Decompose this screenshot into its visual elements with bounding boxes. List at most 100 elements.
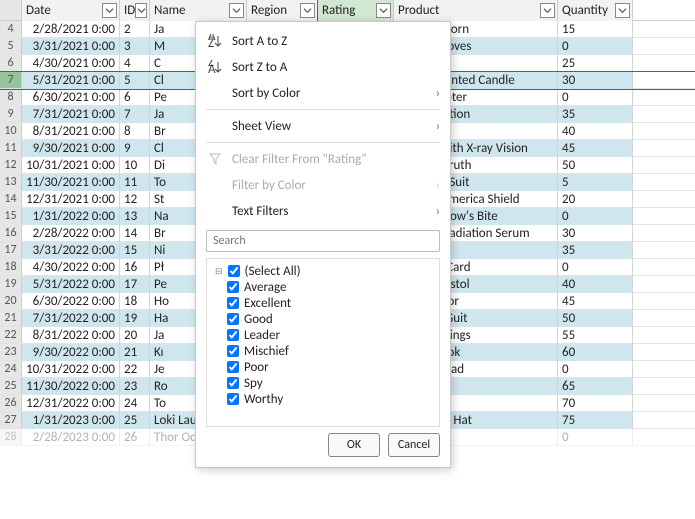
- filter-option[interactable]: Leader: [227, 327, 439, 343]
- col-header-rating[interactable]: Rating: [318, 0, 394, 21]
- cell-date[interactable]: 11/30/2022 0:00: [22, 378, 120, 395]
- cell-id[interactable]: 10: [120, 157, 150, 174]
- filter-button[interactable]: [229, 3, 244, 18]
- cell-quantity[interactable]: 45: [558, 293, 633, 310]
- filter-checklist[interactable]: ⊟ (Select All) Average Excellent Good Le…: [206, 258, 440, 427]
- col-header-region[interactable]: Region: [247, 0, 318, 21]
- cell-date[interactable]: 10/31/2022 0:00: [22, 361, 120, 378]
- cell-date[interactable]: 9/30/2022 0:00: [22, 344, 120, 361]
- cell-id[interactable]: 13: [120, 208, 150, 225]
- cell-date[interactable]: 10/31/2021 0:00: [22, 157, 120, 174]
- row-header[interactable]: 23: [0, 344, 22, 360]
- row-header[interactable]: 17: [0, 242, 22, 258]
- cell-id[interactable]: 26: [120, 429, 150, 446]
- row-header[interactable]: 11: [0, 140, 22, 156]
- cell-quantity[interactable]: 25: [558, 55, 633, 72]
- cell-date[interactable]: 2/28/2022 0:00: [22, 225, 120, 242]
- cell-quantity[interactable]: 35: [558, 106, 633, 123]
- filter-option[interactable]: Good: [227, 311, 439, 327]
- cell-date[interactable]: 3/31/2021 0:00: [22, 38, 120, 55]
- cell-quantity[interactable]: 0: [558, 38, 633, 55]
- cell-quantity[interactable]: 30: [558, 225, 633, 242]
- row-header[interactable]: 25: [0, 378, 22, 394]
- row-header[interactable]: 22: [0, 327, 22, 343]
- cell-date[interactable]: 2/28/2021 0:00: [22, 21, 120, 38]
- filter-checkbox[interactable]: [227, 297, 239, 309]
- cell-id[interactable]: 9: [120, 140, 150, 157]
- cell-quantity[interactable]: 15: [558, 21, 633, 38]
- cell-date[interactable]: 11/30/2021 0:00: [22, 174, 120, 191]
- row-header[interactable]: 15: [0, 208, 22, 224]
- cell-id[interactable]: 3: [120, 38, 150, 55]
- cell-date[interactable]: 4/30/2022 0:00: [22, 259, 120, 276]
- filter-option[interactable]: Average: [227, 279, 439, 295]
- filter-button[interactable]: [135, 3, 147, 18]
- cell-quantity[interactable]: 70: [558, 395, 633, 412]
- cell-date[interactable]: 5/31/2022 0:00: [22, 276, 120, 293]
- cell-id[interactable]: 11: [120, 174, 150, 191]
- filter-option[interactable]: Excellent: [227, 295, 439, 311]
- cell-date[interactable]: 4/30/2021 0:00: [22, 55, 120, 72]
- cell-date[interactable]: 3/31/2022 0:00: [22, 242, 120, 259]
- cell-id[interactable]: 7: [120, 106, 150, 123]
- cell-quantity[interactable]: 0: [558, 208, 633, 225]
- cell-quantity[interactable]: 0: [558, 89, 633, 106]
- cell-id[interactable]: 16: [120, 259, 150, 276]
- cell-date[interactable]: 7/31/2022 0:00: [22, 310, 120, 327]
- cell-id[interactable]: 24: [120, 395, 150, 412]
- row-header[interactable]: 20: [0, 293, 22, 309]
- cell-id[interactable]: 20: [120, 327, 150, 344]
- col-header-date[interactable]: Date: [22, 0, 120, 21]
- cell-id[interactable]: 19: [120, 310, 150, 327]
- cell-quantity[interactable]: 45: [558, 140, 633, 157]
- cell-date[interactable]: 12/31/2021 0:00: [22, 191, 120, 208]
- filter-option[interactable]: Mischief: [227, 343, 439, 359]
- row-header[interactable]: 16: [0, 225, 22, 241]
- filter-option[interactable]: ⊟ (Select All): [227, 263, 439, 279]
- filter-checkbox[interactable]: [227, 313, 239, 325]
- filter-button[interactable]: [540, 3, 555, 18]
- cell-date[interactable]: 1/31/2023 0:00: [22, 412, 120, 429]
- cell-quantity[interactable]: 0: [558, 361, 633, 378]
- row-header[interactable]: 18: [0, 259, 22, 275]
- cell-date[interactable]: 6/30/2022 0:00: [22, 293, 120, 310]
- sort-by-color[interactable]: Sort by Color ›: [196, 80, 450, 106]
- filter-checkbox[interactable]: [227, 393, 239, 405]
- filter-option[interactable]: Poor: [227, 359, 439, 375]
- row-header[interactable]: 6: [0, 55, 22, 71]
- cell-date[interactable]: 8/31/2022 0:00: [22, 327, 120, 344]
- cell-quantity[interactable]: 0: [558, 429, 633, 446]
- filter-checkbox[interactable]: [228, 265, 240, 277]
- cell-date[interactable]: 2/28/2023 0:00: [22, 429, 120, 446]
- row-header[interactable]: 14: [0, 191, 22, 207]
- filter-checkbox[interactable]: [227, 329, 239, 341]
- sheet-view[interactable]: Sheet View ›: [196, 113, 450, 139]
- filter-button[interactable]: [300, 3, 315, 18]
- row-header[interactable]: 24: [0, 361, 22, 377]
- cell-id[interactable]: 22: [120, 361, 150, 378]
- filter-option[interactable]: Worthy: [227, 391, 439, 407]
- row-header[interactable]: 21: [0, 310, 22, 326]
- cell-id[interactable]: 8: [120, 123, 150, 140]
- cell-id[interactable]: 15: [120, 242, 150, 259]
- cell-date[interactable]: 5/31/2021 0:00: [22, 72, 120, 89]
- cell-quantity[interactable]: 0: [558, 259, 633, 276]
- row-header[interactable]: 13: [0, 174, 22, 190]
- cell-quantity[interactable]: 55: [558, 327, 633, 344]
- col-header-name[interactable]: Name: [150, 0, 247, 21]
- cell-quantity[interactable]: 65: [558, 378, 633, 395]
- cell-id[interactable]: 17: [120, 276, 150, 293]
- row-header[interactable]: 4: [0, 21, 22, 37]
- row-header[interactable]: 27: [0, 412, 22, 428]
- row-header[interactable]: 12: [0, 157, 22, 173]
- row-header[interactable]: 26: [0, 395, 22, 411]
- row-header[interactable]: 19: [0, 276, 22, 292]
- cell-quantity[interactable]: 75: [558, 412, 633, 429]
- filter-checkbox[interactable]: [227, 345, 239, 357]
- corner-cell[interactable]: [0, 0, 22, 20]
- row-header[interactable]: 7: [0, 72, 22, 88]
- search-input[interactable]: [206, 230, 440, 252]
- cancel-button[interactable]: Cancel: [388, 433, 440, 457]
- row-header[interactable]: 10: [0, 123, 22, 139]
- cell-quantity[interactable]: 30: [558, 72, 633, 89]
